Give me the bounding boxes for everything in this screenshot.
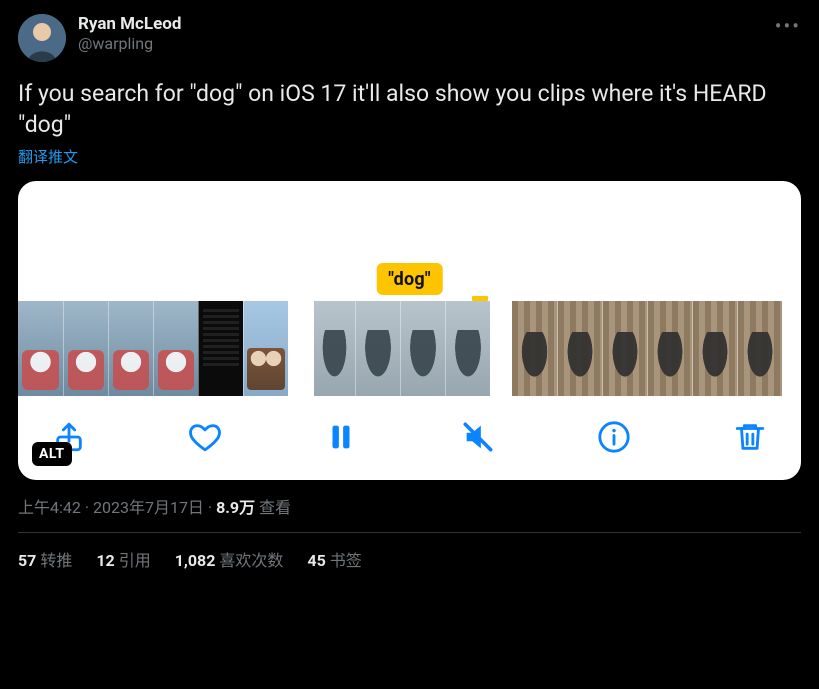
thumbnail [153, 301, 198, 396]
views-label: 查看 [259, 498, 291, 517]
tweet-text: If you search for "dog" on iOS 17 it'll … [18, 78, 801, 140]
filmstrip[interactable] [18, 301, 801, 396]
thumbnail [108, 301, 153, 396]
mute-icon[interactable] [461, 420, 495, 454]
thumbnail [737, 301, 782, 396]
thumbnail [310, 301, 355, 396]
avatar[interactable] [18, 14, 66, 62]
views-count: 8.9万 [216, 498, 255, 517]
tweet-header: Ryan McLeod @warpling ••• [18, 14, 801, 62]
display-name[interactable]: Ryan McLeod [78, 14, 181, 34]
clip-2[interactable] [310, 301, 490, 396]
thumbnail [557, 301, 602, 396]
trash-icon[interactable] [733, 420, 767, 454]
translate-link[interactable]: 翻译推文 [18, 146, 801, 167]
thumbnail [400, 301, 445, 396]
caption-badge: "dog" [376, 263, 443, 295]
media-card[interactable]: "dog" [18, 181, 801, 480]
author-block: Ryan McLeod @warpling [78, 14, 181, 53]
tweet-meta: 上午4:42 · 2023年7月17日 · 8.9万 查看 [18, 494, 801, 518]
alt-badge[interactable]: ALT [32, 442, 72, 466]
info-icon[interactable] [597, 420, 631, 454]
thumbnail [355, 301, 400, 396]
date[interactable]: 2023年7月17日 [93, 498, 204, 517]
thumbnail [647, 301, 692, 396]
stat-retweets[interactable]: 57转推 [18, 547, 72, 571]
media-toolbar [18, 396, 801, 480]
clip-3[interactable] [512, 301, 782, 396]
thumbnail [63, 301, 108, 396]
divider [18, 532, 801, 533]
thumbnail [602, 301, 647, 396]
stat-bookmarks[interactable]: 45书签 [307, 547, 361, 571]
media-top: "dog" [18, 181, 801, 301]
tweet-container: Ryan McLeod @warpling ••• If you search … [0, 0, 819, 571]
more-icon[interactable]: ••• [775, 14, 801, 38]
thumbnail [512, 301, 557, 396]
thumbnail [445, 301, 490, 396]
pause-icon[interactable] [324, 420, 358, 454]
time[interactable]: 上午4:42 [18, 498, 81, 517]
heart-icon[interactable] [188, 420, 222, 454]
thumbnail [18, 301, 63, 396]
stat-likes[interactable]: 1,082喜欢次数 [175, 547, 284, 571]
thumbnail [243, 301, 288, 396]
stats-row: 57转推 12引用 1,082喜欢次数 45书签 [18, 547, 801, 571]
thumbnail [198, 301, 243, 396]
clip-1[interactable] [18, 301, 288, 396]
handle[interactable]: @warpling [78, 34, 181, 53]
thumbnail [692, 301, 737, 396]
stat-quotes[interactable]: 12引用 [96, 547, 150, 571]
